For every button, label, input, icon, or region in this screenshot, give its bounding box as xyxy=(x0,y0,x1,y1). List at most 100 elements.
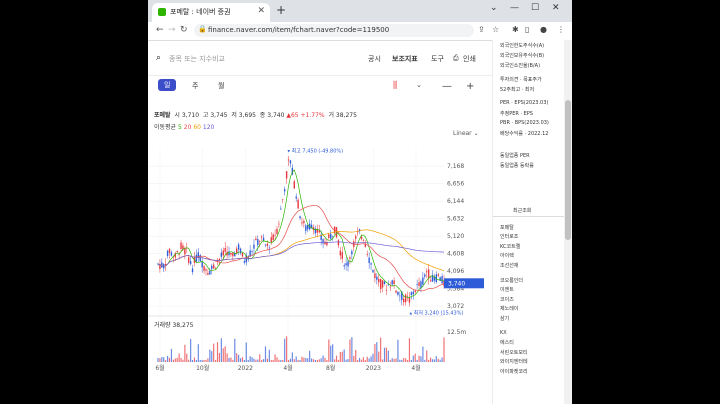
volume-bar xyxy=(255,359,257,362)
volume-bar xyxy=(241,357,244,362)
volume-bar xyxy=(274,354,276,362)
maximize-icon[interactable]: ☐ xyxy=(531,3,539,13)
sidebar-icon[interactable]: ▯ xyxy=(525,25,529,34)
volume-bar xyxy=(347,359,349,362)
volume-bar xyxy=(322,355,324,362)
volume-bar xyxy=(264,346,267,362)
recent-stock-link[interactable]: 포메탈 xyxy=(500,224,514,231)
volume-bar xyxy=(351,337,353,362)
page-scrollbar[interactable] xyxy=(564,40,572,404)
volume-bar xyxy=(220,338,222,362)
volume-bar xyxy=(310,358,313,362)
volume-bar xyxy=(364,359,366,362)
volume-bar xyxy=(389,360,391,362)
candle-body xyxy=(366,254,368,255)
volume-bar xyxy=(293,359,295,362)
volume-bar xyxy=(182,359,184,362)
volume-bar xyxy=(203,359,205,362)
volume-bar xyxy=(324,357,326,362)
volume-bar xyxy=(230,357,232,362)
recent-stock-link[interactable]: KX xyxy=(500,330,507,336)
candle-body xyxy=(433,277,436,281)
volume-bar xyxy=(193,357,196,362)
volume-bar xyxy=(201,359,203,362)
candle-body xyxy=(170,252,173,256)
volume-bar xyxy=(280,360,282,362)
recent-stock-link[interactable]: 이엔트 xyxy=(500,286,514,293)
candle-body xyxy=(259,241,261,242)
menu-icon[interactable]: ⋮ xyxy=(557,25,565,34)
volume-bar xyxy=(299,359,301,362)
volume-bar xyxy=(253,358,255,362)
star-icon[interactable]: ☆ xyxy=(492,25,499,34)
x-tick-label: 2022 xyxy=(238,365,253,372)
recent-stock-link[interactable]: 인터로조 xyxy=(500,233,518,240)
volume-bar xyxy=(174,358,176,362)
candle-body xyxy=(328,234,330,238)
recent-stock-link[interactable]: 아이렉 xyxy=(500,252,514,259)
recent-stock-link[interactable]: 와이지엔터테 xyxy=(500,358,528,365)
recent-stock-link[interactable]: KC코트렐 xyxy=(500,243,520,250)
volume-bar xyxy=(330,345,332,362)
volume-bar xyxy=(166,356,169,362)
volume-bar xyxy=(243,359,245,362)
volume-bar xyxy=(355,349,357,362)
volume-bar xyxy=(214,359,217,362)
extensions-icon[interactable]: ✱ xyxy=(512,25,519,34)
recent-stock-link[interactable]: 코이즈 xyxy=(500,296,514,303)
info-row: 외국인한도주식수(A) xyxy=(500,43,545,49)
volume-bar xyxy=(410,359,412,362)
candle-body xyxy=(270,237,272,243)
candle-body xyxy=(370,263,372,265)
recent-stock-link[interactable]: 조선선재 xyxy=(500,262,518,269)
volume-bar xyxy=(320,358,322,362)
x-tick-label: 2023 xyxy=(366,365,381,372)
recent-stock-link[interactable]: 코오롱인더 xyxy=(500,277,523,284)
volume-bar xyxy=(345,359,347,362)
volume-bar xyxy=(433,359,436,362)
volume-bar xyxy=(178,353,180,362)
close-window-icon[interactable]: ✕ xyxy=(552,3,560,13)
volume-bar xyxy=(209,349,211,362)
candle-body xyxy=(387,284,390,286)
volume-bar xyxy=(385,347,388,362)
candle-body xyxy=(397,291,399,295)
volume-bar xyxy=(188,359,190,362)
volume-bar xyxy=(157,357,159,362)
moving-average-line xyxy=(157,204,445,292)
volume-bar xyxy=(268,349,270,362)
profile-icon[interactable]: ● xyxy=(540,25,547,34)
volume-bar xyxy=(420,356,422,362)
candle-body xyxy=(282,198,284,200)
volume-bar xyxy=(284,338,286,362)
recent-stock-link[interactable]: 삼기 xyxy=(500,315,509,322)
volume-bar xyxy=(232,359,234,362)
volume-scale-label: 12.5m xyxy=(447,329,467,336)
volume-bar xyxy=(249,356,251,362)
volume-bar xyxy=(374,344,376,362)
info-row: 외국인소진율(B/A) xyxy=(500,63,541,69)
volume-bar xyxy=(381,359,384,362)
recent-stock-link[interactable]: 에스티 xyxy=(500,339,514,346)
recent-stock-link[interactable]: 제노레이 xyxy=(500,305,518,312)
candle-body xyxy=(424,274,426,277)
recent-stock-link[interactable]: 아이파켓코리 xyxy=(500,368,528,375)
volume-bar xyxy=(247,359,249,362)
volume-bar xyxy=(197,344,199,362)
recent-stock-link[interactable]: 서린오토모티 xyxy=(500,349,528,356)
x-tick-label: 4월 xyxy=(411,364,420,372)
volume-bar xyxy=(357,359,359,362)
y-tick-label: 7,168 xyxy=(447,163,464,170)
volume-bar xyxy=(335,355,338,362)
volume-bar xyxy=(218,353,221,362)
candle-body xyxy=(276,228,278,234)
volume-bar xyxy=(226,353,228,362)
price-chart[interactable]: 7,1686,6566,1445,6325,1204,6084,0963,584… xyxy=(148,0,492,404)
minimize-icon[interactable]: — xyxy=(510,3,519,13)
candle-body xyxy=(251,250,253,252)
volume-bar xyxy=(412,355,414,362)
volume-bar xyxy=(358,357,361,362)
volume-bar xyxy=(191,359,194,362)
scrollbar-thumb[interactable] xyxy=(565,100,571,240)
volume-bar xyxy=(314,359,316,362)
